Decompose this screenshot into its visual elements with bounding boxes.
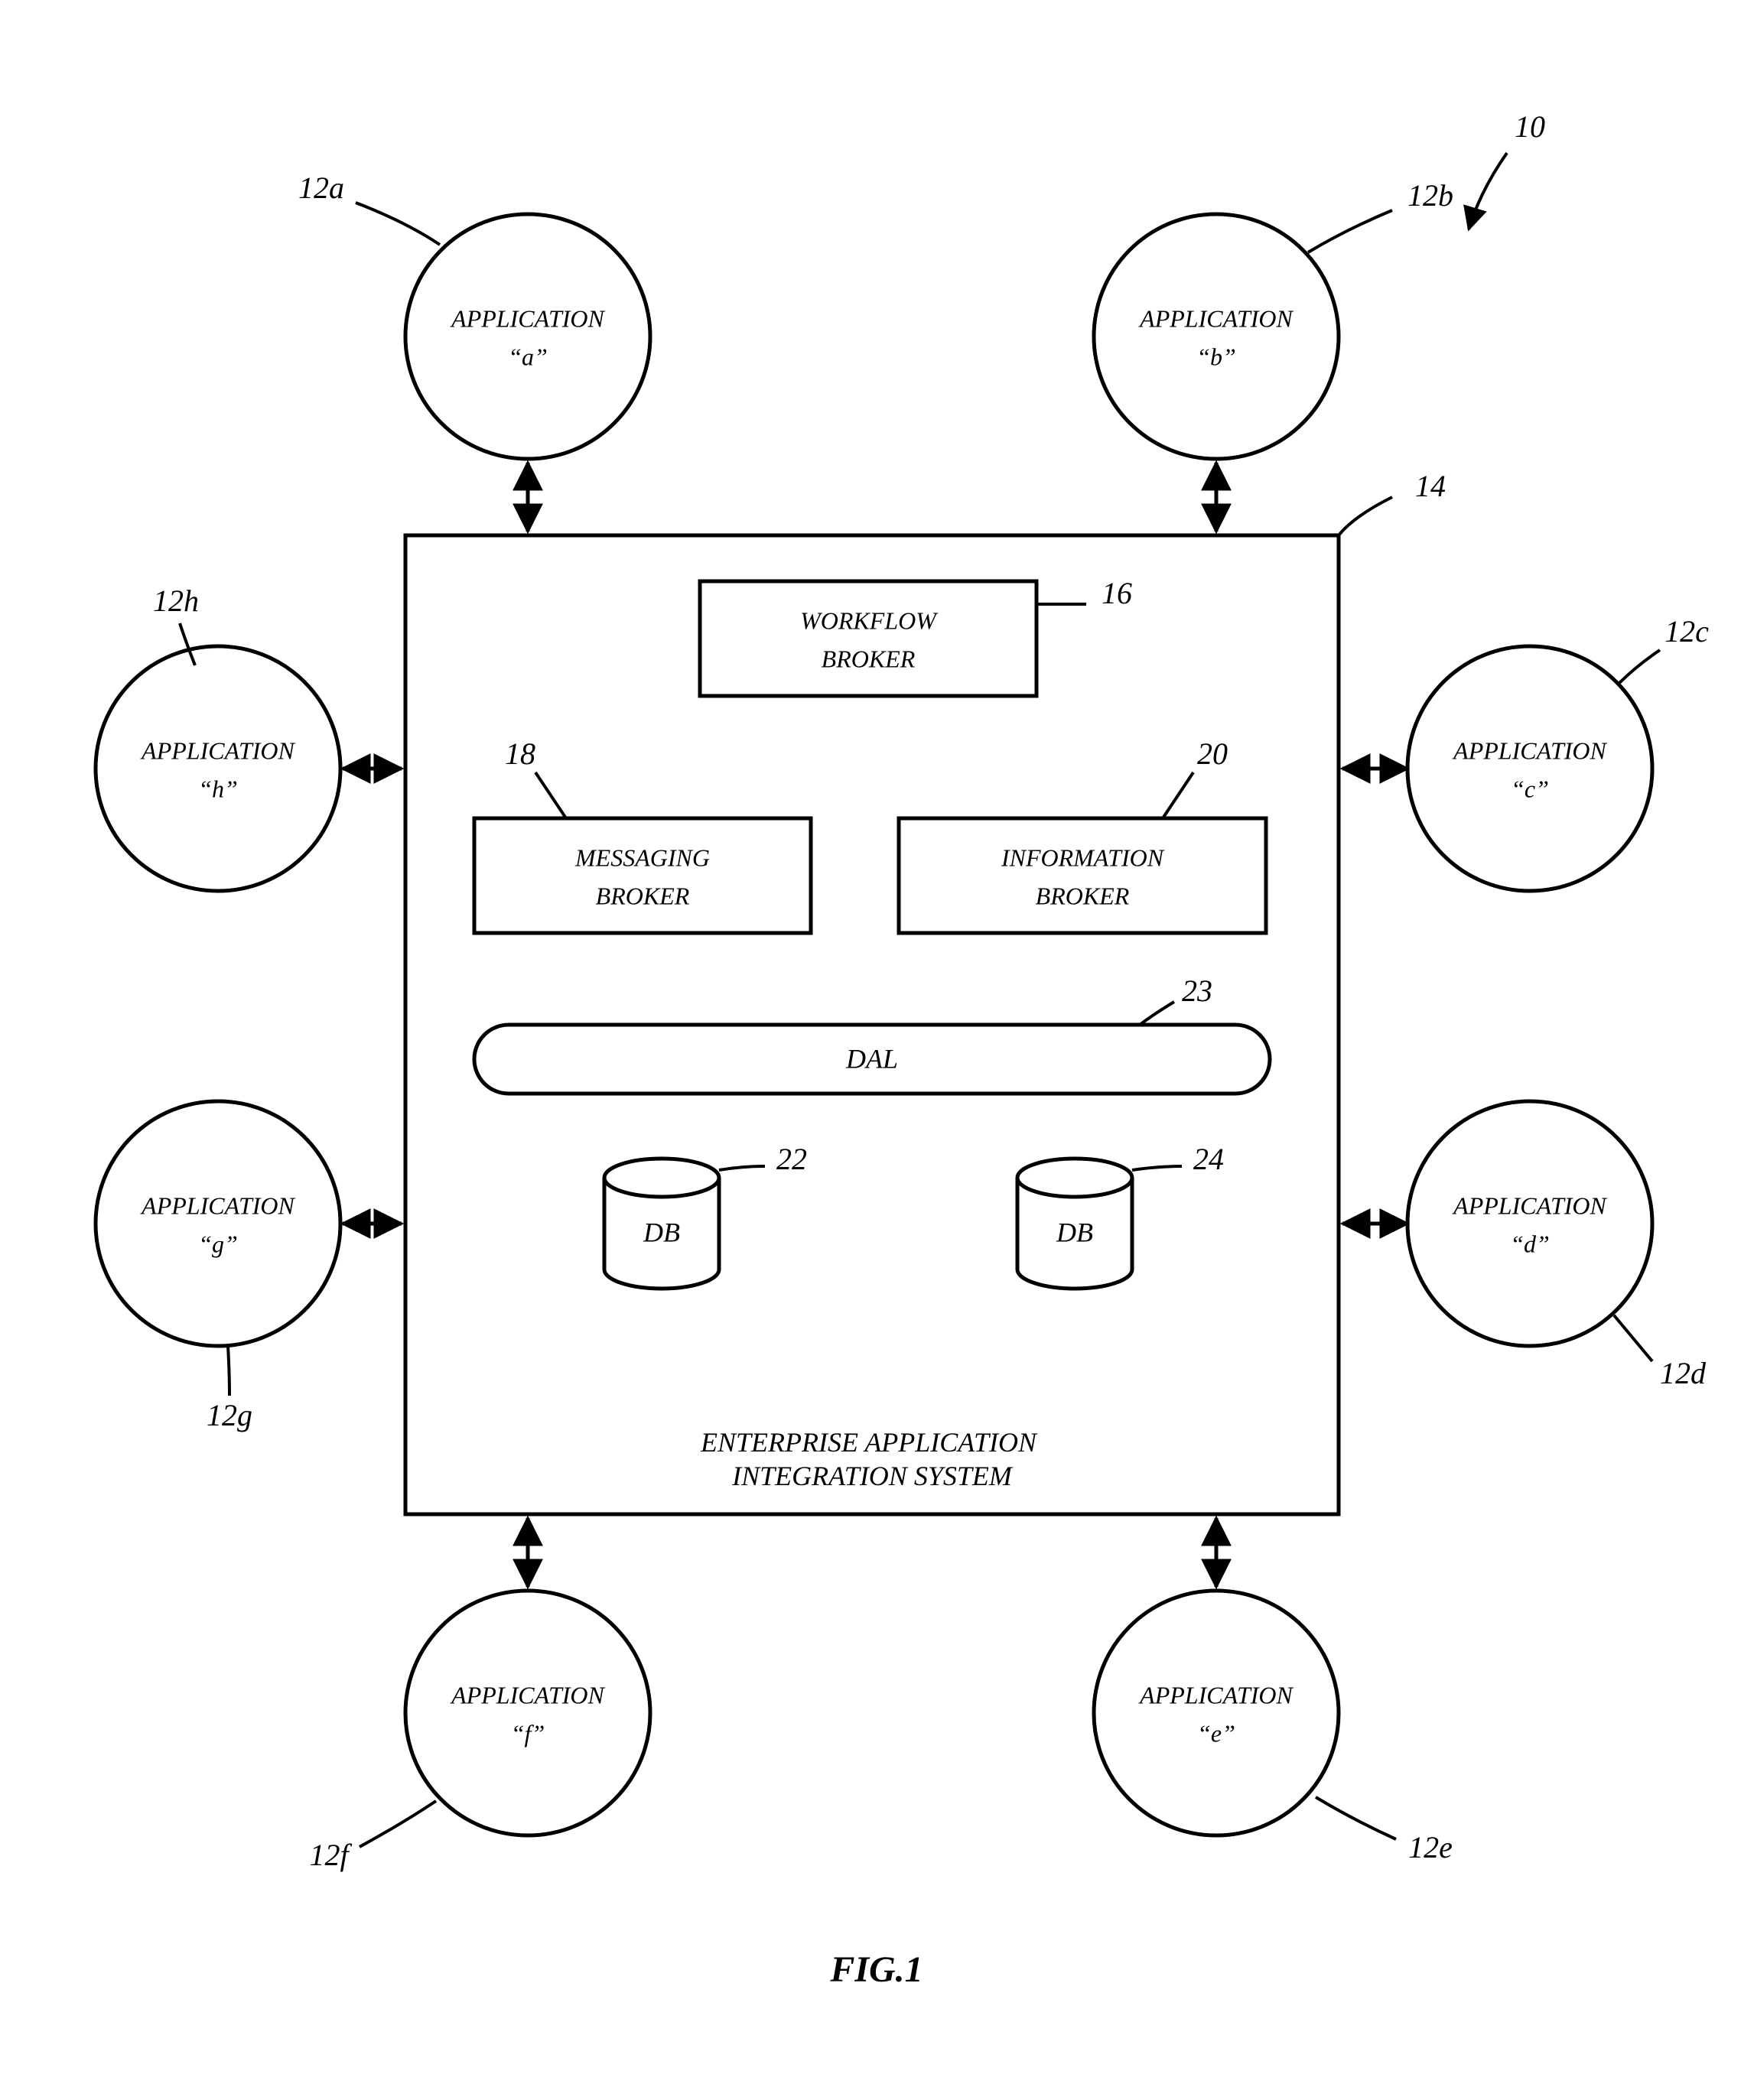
svg-text:WORKFLOW: WORKFLOW	[800, 606, 939, 634]
app-d: APPLICATION “d” 12d	[1342, 1101, 1707, 1390]
svg-text:BROKER: BROKER	[822, 645, 916, 672]
figure-ref-label: 10	[1515, 109, 1545, 144]
svg-text:“b”: “b”	[1196, 343, 1236, 370]
app-b: APPLICATION “b” 12b	[1094, 178, 1453, 532]
svg-text:12b: 12b	[1407, 178, 1453, 213]
svg-text:“c”: “c”	[1511, 775, 1549, 802]
svg-text:16: 16	[1102, 576, 1132, 610]
svg-text:APPLICATION: APPLICATION	[450, 1681, 605, 1708]
svg-text:BROKER: BROKER	[1036, 882, 1130, 909]
svg-text:MESSAGING: MESSAGING	[574, 844, 710, 871]
svg-text:DAL: DAL	[845, 1043, 898, 1074]
db2: DB 24	[1017, 1142, 1224, 1289]
svg-text:“f”: “f”	[511, 1719, 545, 1747]
svg-text:“h”: “h”	[198, 775, 238, 802]
svg-text:24: 24	[1193, 1142, 1224, 1176]
app-f: APPLICATION “f” 12f	[309, 1518, 650, 1872]
svg-text:DB: DB	[643, 1217, 680, 1247]
svg-text:APPLICATION: APPLICATION	[1452, 736, 1607, 764]
app-c: APPLICATION “c” 12c	[1342, 614, 1709, 891]
svg-text:INFORMATION: INFORMATION	[1001, 844, 1165, 871]
svg-text:“a”: “a”	[508, 343, 548, 370]
svg-text:18: 18	[505, 736, 535, 771]
app-h: APPLICATION “h” 12h	[96, 584, 402, 891]
svg-text:APPLICATION: APPLICATION	[1138, 1681, 1294, 1708]
svg-text:APPLICATION: APPLICATION	[1452, 1191, 1607, 1219]
information-broker: INFORMATION BROKER 20	[899, 736, 1266, 933]
workflow-broker: WORKFLOW BROKER 16	[700, 576, 1132, 696]
figure-ref: 10	[1469, 109, 1545, 229]
svg-text:“g”: “g”	[198, 1230, 238, 1257]
svg-text:22: 22	[776, 1142, 807, 1176]
svg-text:“e”: “e”	[1197, 1719, 1235, 1747]
system-ref: 14	[1339, 469, 1446, 535]
svg-text:APPLICATION: APPLICATION	[140, 736, 295, 764]
svg-text:12c: 12c	[1665, 614, 1709, 649]
svg-text:12d: 12d	[1660, 1356, 1707, 1390]
svg-text:12g: 12g	[207, 1398, 252, 1432]
dal-bar: DAL 23	[474, 974, 1270, 1094]
svg-text:APPLICATION: APPLICATION	[450, 304, 605, 332]
svg-text:APPLICATION: APPLICATION	[140, 1191, 295, 1219]
app-g: APPLICATION “g” 12g	[96, 1101, 402, 1432]
svg-text:APPLICATION: APPLICATION	[1138, 304, 1294, 332]
svg-text:DB: DB	[1056, 1217, 1093, 1247]
svg-text:12f: 12f	[309, 1838, 352, 1872]
svg-text:12a: 12a	[298, 171, 344, 205]
diagram-canvas: 10 ENTERPRISE APPLICATION INTEGRATION SY…	[0, 0, 1754, 2100]
svg-text:BROKER: BROKER	[596, 882, 690, 909]
svg-text:23: 23	[1182, 974, 1212, 1008]
messaging-broker: MESSAGING BROKER 18	[474, 736, 811, 933]
app-e: APPLICATION “e” 12e	[1094, 1518, 1453, 1864]
svg-text:12h: 12h	[153, 584, 199, 618]
app-a: APPLICATION “a” 12a	[298, 171, 650, 532]
svg-text:“d”: “d”	[1510, 1230, 1550, 1257]
svg-text:12e: 12e	[1408, 1830, 1453, 1864]
system-ref-label: 14	[1415, 469, 1446, 503]
system-title-line1: ENTERPRISE APPLICATION INTEGRATION SYSTE…	[700, 1427, 1043, 1491]
svg-text:20: 20	[1197, 736, 1228, 771]
db1: DB 22	[604, 1142, 807, 1289]
figure-caption: FIG.1	[829, 1949, 923, 1990]
